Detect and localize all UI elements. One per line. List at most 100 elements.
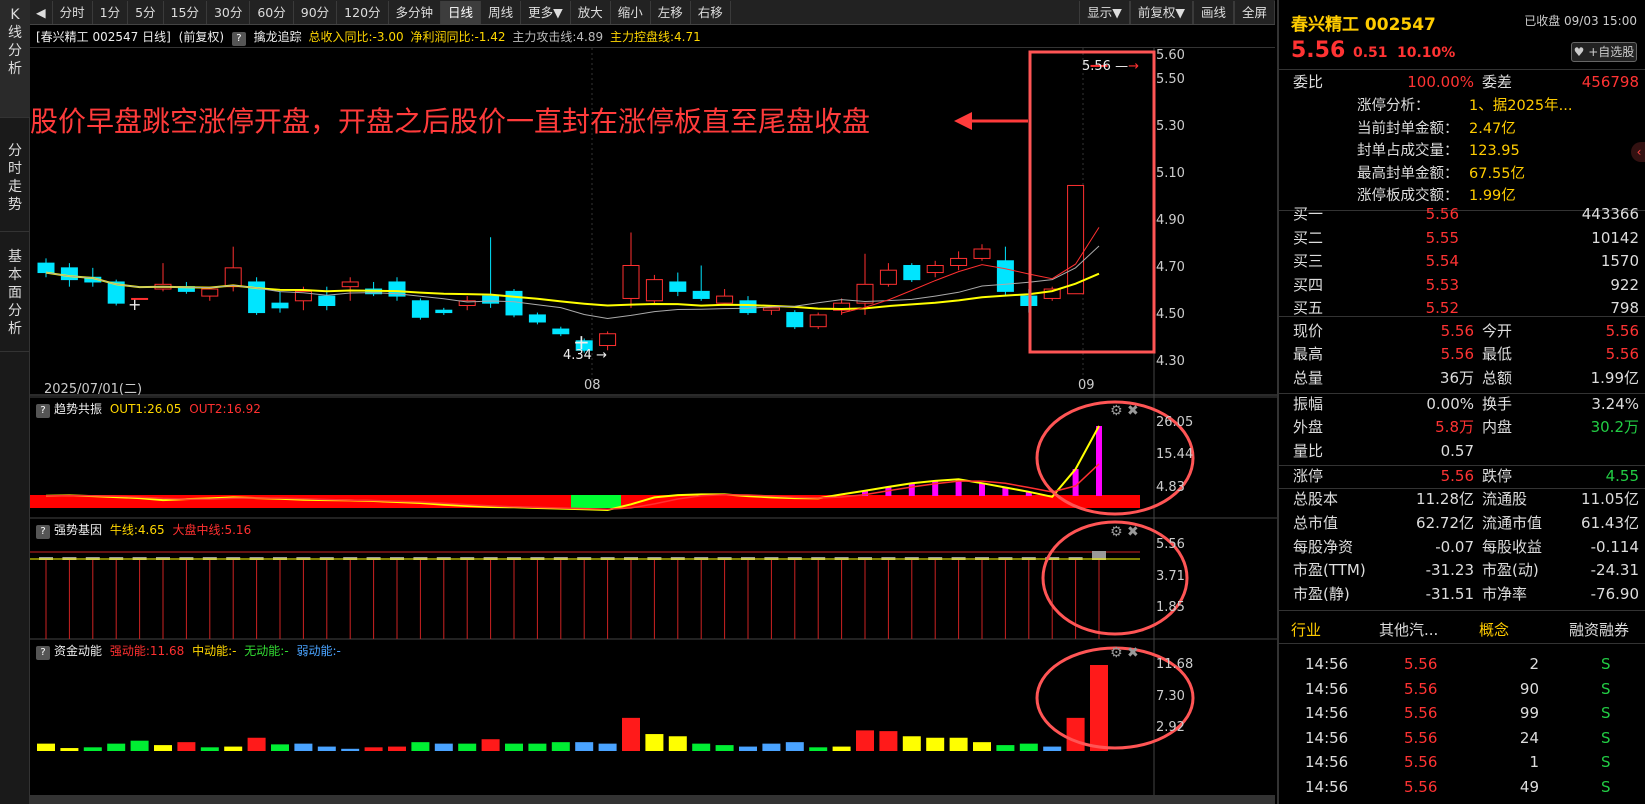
buy-level-price: 5.53 xyxy=(1425,275,1459,294)
period-button[interactable]: 1分 xyxy=(93,0,129,24)
period-button[interactable]: 5分 xyxy=(128,0,164,24)
sub-tick-label: 4.83 xyxy=(1156,480,1185,495)
limit-info-row: 涨停分析： 1、据2025年... xyxy=(1279,94,1645,118)
stat-label: 现价 xyxy=(1293,322,1324,340)
period-button[interactable]: 120分 xyxy=(337,0,389,24)
momentum-bar xyxy=(271,744,289,751)
period-button[interactable]: 日线 xyxy=(441,0,482,24)
limit-info-row: 最高封单金额： 67.55亿 xyxy=(1279,162,1645,186)
period-button[interactable]: 90分 xyxy=(294,0,338,24)
panel1-help-icon[interactable]: ? xyxy=(36,404,50,418)
price-tick-label: 5.30 xyxy=(1156,118,1185,134)
candle-body xyxy=(435,309,453,314)
momentum-bar xyxy=(154,745,172,751)
gear-icon[interactable]: ⚙ xyxy=(1110,524,1123,540)
kline-chart[interactable]: ++ xyxy=(30,48,1277,795)
price-tick-label: 4.70 xyxy=(1156,259,1185,275)
tab-timeshare[interactable]: 分时走势 xyxy=(0,118,30,232)
period-button[interactable]: 15分 xyxy=(164,0,207,24)
quote-tab[interactable]: 融资融券 xyxy=(1569,619,1629,640)
expand-left-icon[interactable]: ‹ xyxy=(1631,142,1645,162)
weibi-label: 委比 xyxy=(1293,73,1324,91)
help-icon[interactable]: ? xyxy=(231,32,246,46)
price-tick-label: 4.50 xyxy=(1156,306,1185,322)
stock-period-label: [春兴精工 002547 日线] xyxy=(36,30,171,44)
tick-time: 14:56 xyxy=(1305,728,1349,747)
panel3-settings: ⚙ ✖ xyxy=(1110,645,1139,661)
panel3-header: ? 资金动能 强动能:11.68 中动能:- 无动能:- 弱动能:- xyxy=(32,642,341,660)
stat-value: 3.24% xyxy=(1591,395,1639,413)
panel3-help-icon[interactable]: ? xyxy=(36,646,50,660)
panel2-name: 强势基因 xyxy=(54,523,103,537)
stat-row: 总量 36万 总额 1.99亿 xyxy=(1279,366,1645,390)
tick-row: 14:56 5.56 49 S xyxy=(1279,775,1645,799)
trend-bar xyxy=(1072,469,1079,496)
tick-row: 14:56 5.56 1 S xyxy=(1279,750,1645,774)
momentum-bar xyxy=(832,746,851,751)
candle-body xyxy=(716,295,734,304)
adjust-label: (前复权) xyxy=(178,30,225,44)
momentum-bar xyxy=(411,742,430,751)
tick-time: 14:56 xyxy=(1305,704,1349,722)
momentum-bar xyxy=(434,743,453,751)
revenue-yoy: 总收入同比:-3.00 xyxy=(308,30,404,44)
toolbar-right-button[interactable]: 全屏 xyxy=(1233,0,1275,24)
close-icon[interactable]: ✖ xyxy=(1127,524,1139,540)
stat-label: 跌停 xyxy=(1482,467,1513,485)
momentum-bar xyxy=(1019,743,1038,751)
momentum-bar xyxy=(247,737,266,751)
collapse-arrow-button[interactable]: ◀ xyxy=(30,0,53,24)
price-tick-label: 5.10 xyxy=(1156,165,1185,181)
period-button[interactable]: 分时 xyxy=(53,0,93,24)
add-favorite-button[interactable]: ♥ +自选股 xyxy=(1571,42,1637,62)
period-button[interactable]: 右移 xyxy=(691,0,731,24)
tick-row: 14:56 5.56 90 S xyxy=(1279,677,1645,701)
period-button[interactable]: 缩小 xyxy=(611,0,651,24)
close-icon[interactable]: ✖ xyxy=(1127,403,1139,419)
bottom-tab-bar[interactable] xyxy=(30,795,1275,804)
date-label-start: 2025/07/01(二) xyxy=(44,382,143,397)
stat-value: 62.72亿 xyxy=(1416,514,1474,532)
panel2-help-icon[interactable]: ? xyxy=(36,525,50,539)
period-button[interactable]: 多分钟 xyxy=(389,0,442,24)
stat-label: 市净率 xyxy=(1482,585,1528,603)
period-button[interactable]: 60分 xyxy=(250,0,294,24)
quote-tab[interactable]: 其他汽... xyxy=(1379,619,1438,640)
candle-body xyxy=(645,279,663,302)
weibi-value: 100.00% xyxy=(1407,73,1474,91)
panel3-weak: 弱动能:- xyxy=(296,644,341,658)
toolbar-right-button[interactable]: 画线 xyxy=(1192,0,1234,24)
price-change: 0.51 xyxy=(1353,45,1388,61)
momentum-bar xyxy=(739,746,757,751)
tick-volume: 1 xyxy=(1529,753,1539,771)
period-button[interactable]: 更多▼ xyxy=(521,0,571,24)
quote-tab[interactable]: 概念 xyxy=(1479,619,1509,640)
stat-value: 11.28亿 xyxy=(1416,490,1474,508)
limit-info-label: 最高封单金额： xyxy=(1357,165,1459,182)
gear-icon[interactable]: ⚙ xyxy=(1110,403,1123,419)
sub-tick-label: 15.44 xyxy=(1156,447,1194,462)
quote-tab[interactable]: 行业 xyxy=(1291,619,1321,640)
candle-body xyxy=(669,281,687,292)
period-button[interactable]: 左移 xyxy=(651,0,691,24)
toolbar-right-buttons: 显示▼ 前复权▼ 画线 全屏 xyxy=(1079,0,1275,24)
period-button[interactable]: 周线 xyxy=(481,0,522,24)
stat-label: 振幅 xyxy=(1293,395,1324,413)
period-button[interactable]: 放大 xyxy=(571,0,611,24)
stat-label: 总市值 xyxy=(1293,514,1339,532)
tab-kline[interactable]: K线分析 xyxy=(0,0,30,118)
toolbar-right-button[interactable]: 显示▼ xyxy=(1079,0,1130,24)
period-button[interactable]: 30分 xyxy=(207,0,251,24)
stat-label: 涨停 xyxy=(1293,467,1324,485)
close-icon[interactable]: ✖ xyxy=(1127,645,1139,661)
stat-value: -76.90 xyxy=(1590,585,1639,603)
candle-body xyxy=(224,267,242,288)
candle-body xyxy=(341,281,359,288)
candle-body xyxy=(528,314,546,323)
toolbar-right-button[interactable]: 前复权▼ xyxy=(1129,0,1193,24)
tick-volume: 2 xyxy=(1529,655,1539,673)
tab-fundamentals[interactable]: 基本面分析 xyxy=(0,232,30,352)
gear-icon[interactable]: ⚙ xyxy=(1110,645,1123,661)
price-change-pct: 10.10% xyxy=(1397,45,1456,61)
candle-body xyxy=(692,290,710,299)
